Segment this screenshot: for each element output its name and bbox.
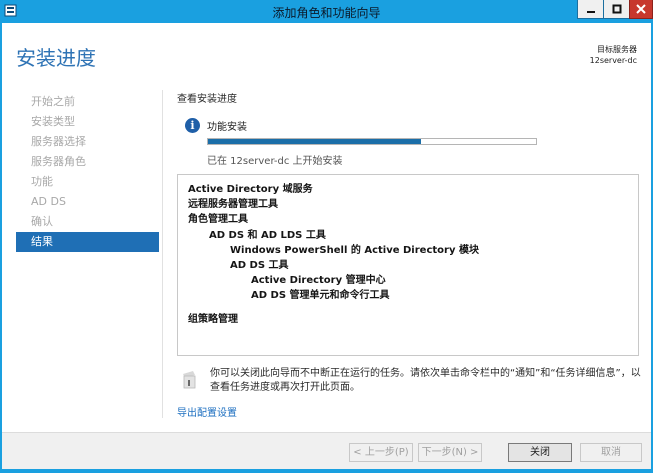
background-task-note: 你可以关闭此向导而不中断正在运行的任务。请依次单击命令栏中的“通知”和“任务详细… xyxy=(210,368,641,393)
result-item: Active Directory 管理中心 xyxy=(251,275,386,287)
result-item: 组策略管理 xyxy=(188,313,238,325)
results-list: Active Directory 域服务 远程服务器管理工具 角色管理工具 AD DS… xyxy=(177,174,639,356)
target-server-label: 目标服务器 xyxy=(597,45,637,54)
result-item: AD DS 管理单元和命令行工具 xyxy=(251,290,390,302)
result-item: AD DS 工具 xyxy=(230,260,289,271)
minimize-icon xyxy=(586,11,595,13)
section-label: 查看安装进度 xyxy=(177,94,237,105)
notification-flag-icon xyxy=(183,371,196,389)
next-button[interactable]: 下一步(N) > xyxy=(418,443,482,462)
export-settings-link[interactable]: 导出配置设置 xyxy=(177,404,237,419)
result-item: 角色管理工具 xyxy=(188,214,248,226)
wizard-navigation: 开始之前 安装类型 服务器选择 服务器角色 功能 AD DS 确认 结果 xyxy=(16,92,159,252)
window-title: 添加角色和功能向导 xyxy=(272,6,381,20)
result-item: AD DS 和 AD LDS 工具 xyxy=(209,229,326,241)
install-progress-bar xyxy=(207,138,537,145)
feature-install-label: 功能安装 xyxy=(207,122,247,133)
install-progress-fill xyxy=(208,139,422,144)
nav-item-confirmation[interactable]: 确认 xyxy=(16,212,159,232)
nav-item-installation-type[interactable]: 安装类型 xyxy=(16,112,159,132)
target-server-value: 12server-dc xyxy=(589,56,637,65)
previous-button[interactable]: < 上一步(P) xyxy=(349,443,413,462)
nav-item-server-roles[interactable]: 服务器角色 xyxy=(16,152,159,172)
nav-item-server-selection[interactable]: 服务器选择 xyxy=(16,132,159,152)
nav-item-before-you-begin[interactable]: 开始之前 xyxy=(16,92,159,112)
maximize-icon xyxy=(612,4,621,14)
minimize-button[interactable] xyxy=(577,0,604,19)
maximize-button[interactable] xyxy=(603,0,630,19)
result-item: 远程服务器管理工具 xyxy=(188,199,278,211)
close-icon xyxy=(636,4,646,14)
nav-item-results[interactable]: 结果 xyxy=(16,232,159,252)
nav-divider xyxy=(162,90,163,418)
result-item: Active Directory 域服务 xyxy=(188,184,313,195)
window-frame-left xyxy=(0,23,2,473)
info-icon: i xyxy=(185,118,200,133)
close-window-button[interactable] xyxy=(629,0,653,19)
close-button[interactable]: 关闭 xyxy=(508,443,572,462)
cancel-button[interactable]: 取消 xyxy=(580,443,642,462)
install-status: 已在 12server-dc 上开始安装 xyxy=(207,156,343,167)
nav-item-ad-ds[interactable]: AD DS xyxy=(16,192,159,212)
page-title: 安装进度 xyxy=(16,46,96,70)
nav-item-features[interactable]: 功能 xyxy=(16,172,159,192)
result-item: Windows PowerShell 的 Active Directory 模块 xyxy=(230,244,479,256)
